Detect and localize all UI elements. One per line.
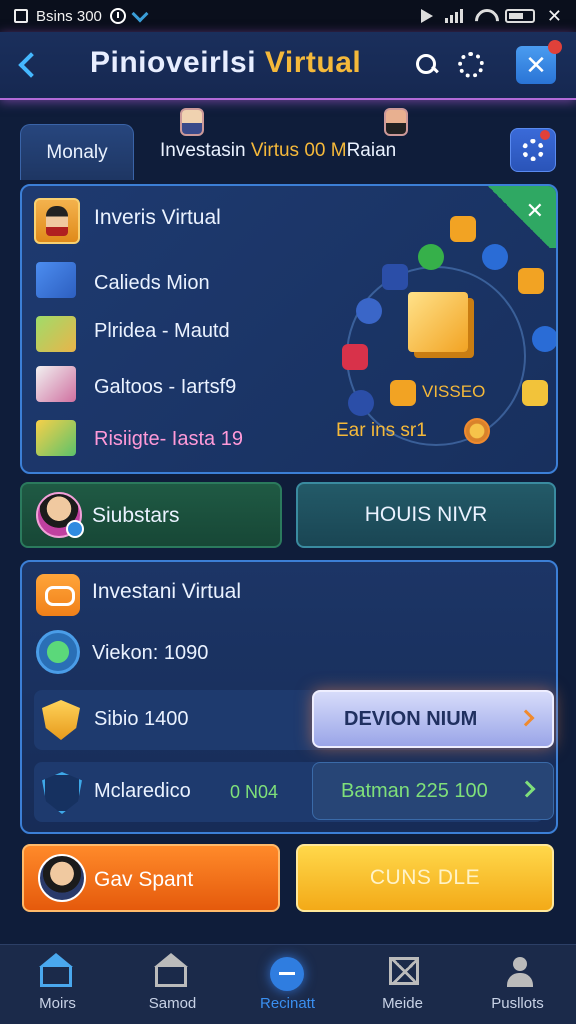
clock-icon <box>109 8 126 24</box>
batman-button[interactable]: Batman 225 100 <box>312 762 554 820</box>
bottom-nav: Moirs Samod Recinatt Meide Pusllots <box>0 944 576 1024</box>
close-icon: ✕ <box>525 49 547 80</box>
hours-button[interactable]: HOUIS NIVR <box>296 482 556 548</box>
globe-icon <box>36 630 80 674</box>
notification-dot <box>548 40 562 54</box>
node-icon <box>390 380 416 406</box>
gold-cube-icon <box>408 292 468 352</box>
list-item: Calieds Mion <box>94 272 210 294</box>
blocks-icon <box>36 262 76 298</box>
nav-label: Samod <box>148 995 197 1012</box>
nav-label: Pusllots <box>491 995 544 1012</box>
row-label: Sibio 1400 <box>94 708 189 730</box>
wifi-icon <box>475 9 493 23</box>
nav-label: Recinatt <box>259 995 316 1012</box>
list-item: Risiigte- Iasta 19 <box>94 428 243 450</box>
tab-investasin[interactable]: Investasin Virtus 00 MRaian <box>160 140 396 162</box>
dismiss-icon[interactable]: ✕ <box>526 198 544 224</box>
card-title: Investani Virtual <box>92 580 242 603</box>
node-icon <box>342 344 368 370</box>
status-app-label: Bsins 300 <box>36 7 102 25</box>
avatar <box>34 198 80 244</box>
link-icon <box>36 574 80 616</box>
tab-monaly[interactable]: Monaly <box>20 124 134 180</box>
status-badge: 0 N04 <box>230 782 279 802</box>
signal-icon <box>444 9 463 23</box>
nav-item-meide[interactable]: Meide <box>345 945 460 1024</box>
close-status-icon: ✕ <box>546 5 562 26</box>
tab-label-a: Investasin <box>160 140 251 161</box>
button-label: DEVION NIUM <box>344 707 478 730</box>
nav-item-recinatt[interactable]: Recinatt <box>230 945 345 1024</box>
list-item: Mclaredico 0 N04 Batman 225 100 <box>34 762 554 822</box>
battery-icon <box>504 9 535 23</box>
nav-label: Moirs <box>39 995 76 1012</box>
avatar <box>384 108 408 136</box>
node-icon <box>532 326 556 352</box>
list-item: Plridea - Mautd <box>94 320 230 342</box>
tab-label-c: Raian <box>346 140 397 161</box>
nav-label: Meide <box>382 995 423 1012</box>
title-part-2: Virtual <box>264 46 362 79</box>
tab-label: Monaly <box>46 141 108 163</box>
tab-label-b: Virtus 00 M <box>250 140 347 161</box>
node-icon <box>518 268 544 294</box>
house-icon <box>154 953 188 987</box>
node-icon <box>382 264 408 290</box>
person-icon <box>504 957 536 987</box>
page-title: Pinioveirlsi Virtual <box>90 46 361 80</box>
devion-button[interactable]: DEVION NIUM <box>312 690 554 748</box>
cuns-dle-button[interactable]: CUNS DLE <box>296 844 554 912</box>
money-icon <box>36 420 76 456</box>
avatar <box>180 108 204 136</box>
nav-item-pusllots[interactable]: Pusllots <box>460 945 575 1024</box>
status-bar: Bsins 300 ✕ <box>0 0 576 32</box>
value-label: Viekon: 1090 <box>92 642 209 664</box>
button-label: Batman 225 100 <box>341 779 488 802</box>
avatar <box>38 854 86 902</box>
node-icon <box>418 244 444 270</box>
title-part-1: Pinioveirlsi <box>90 46 257 79</box>
badge-icon <box>66 520 84 538</box>
earn-label: Ear ins sr1 <box>336 420 427 441</box>
chevron-right-icon <box>517 709 535 727</box>
plus-icon <box>270 957 304 991</box>
gav-spant-button[interactable]: Gav Spant <box>22 844 280 912</box>
node-icon <box>522 380 548 406</box>
notification-icon <box>14 9 28 23</box>
chevron-right-icon <box>518 780 536 798</box>
cash-stack-icon <box>36 316 76 352</box>
nav-item-samod[interactable]: Samod <box>115 945 230 1024</box>
button-label: CUNS DLE <box>369 866 481 889</box>
row-label: Mclaredico <box>94 780 191 802</box>
list-item: Sibio 1400 DEVION NIUM <box>34 690 554 750</box>
nav-item-moirs[interactable]: Moirs <box>0 945 115 1024</box>
envelope-icon <box>389 957 419 985</box>
gear-icon <box>522 139 544 161</box>
node-icon <box>482 244 508 270</box>
hours-label: HOUIS NIVR <box>364 503 488 526</box>
search-icon[interactable] <box>414 52 440 78</box>
shield-icon <box>42 700 80 740</box>
notification-dot <box>540 130 550 140</box>
card-title: Inveris Virtual <box>94 206 221 229</box>
subscribe-label: Siubstars <box>92 504 180 527</box>
invest-card: Investani Virtual Viekon: 1090 Sibio 140… <box>20 560 558 834</box>
subscribe-button[interactable]: Siubstars <box>20 482 282 548</box>
gear-icon[interactable] <box>458 52 484 78</box>
download-icon <box>131 5 149 23</box>
button-label: Gav Spant <box>94 868 194 891</box>
illustration-label: VISSEO <box>422 382 486 401</box>
back-button[interactable] <box>14 50 42 78</box>
play-store-icon <box>420 9 433 23</box>
coin-icon <box>464 418 490 444</box>
list-item: Galtoos - Iartsf9 <box>94 376 237 398</box>
gift-box-icon <box>36 366 76 402</box>
shield-icon <box>42 772 82 814</box>
home-icon <box>39 953 73 987</box>
node-icon <box>450 216 476 242</box>
node-icon <box>348 390 374 416</box>
app-header: Pinioveirlsi Virtual <box>0 32 576 100</box>
node-icon <box>356 298 382 324</box>
